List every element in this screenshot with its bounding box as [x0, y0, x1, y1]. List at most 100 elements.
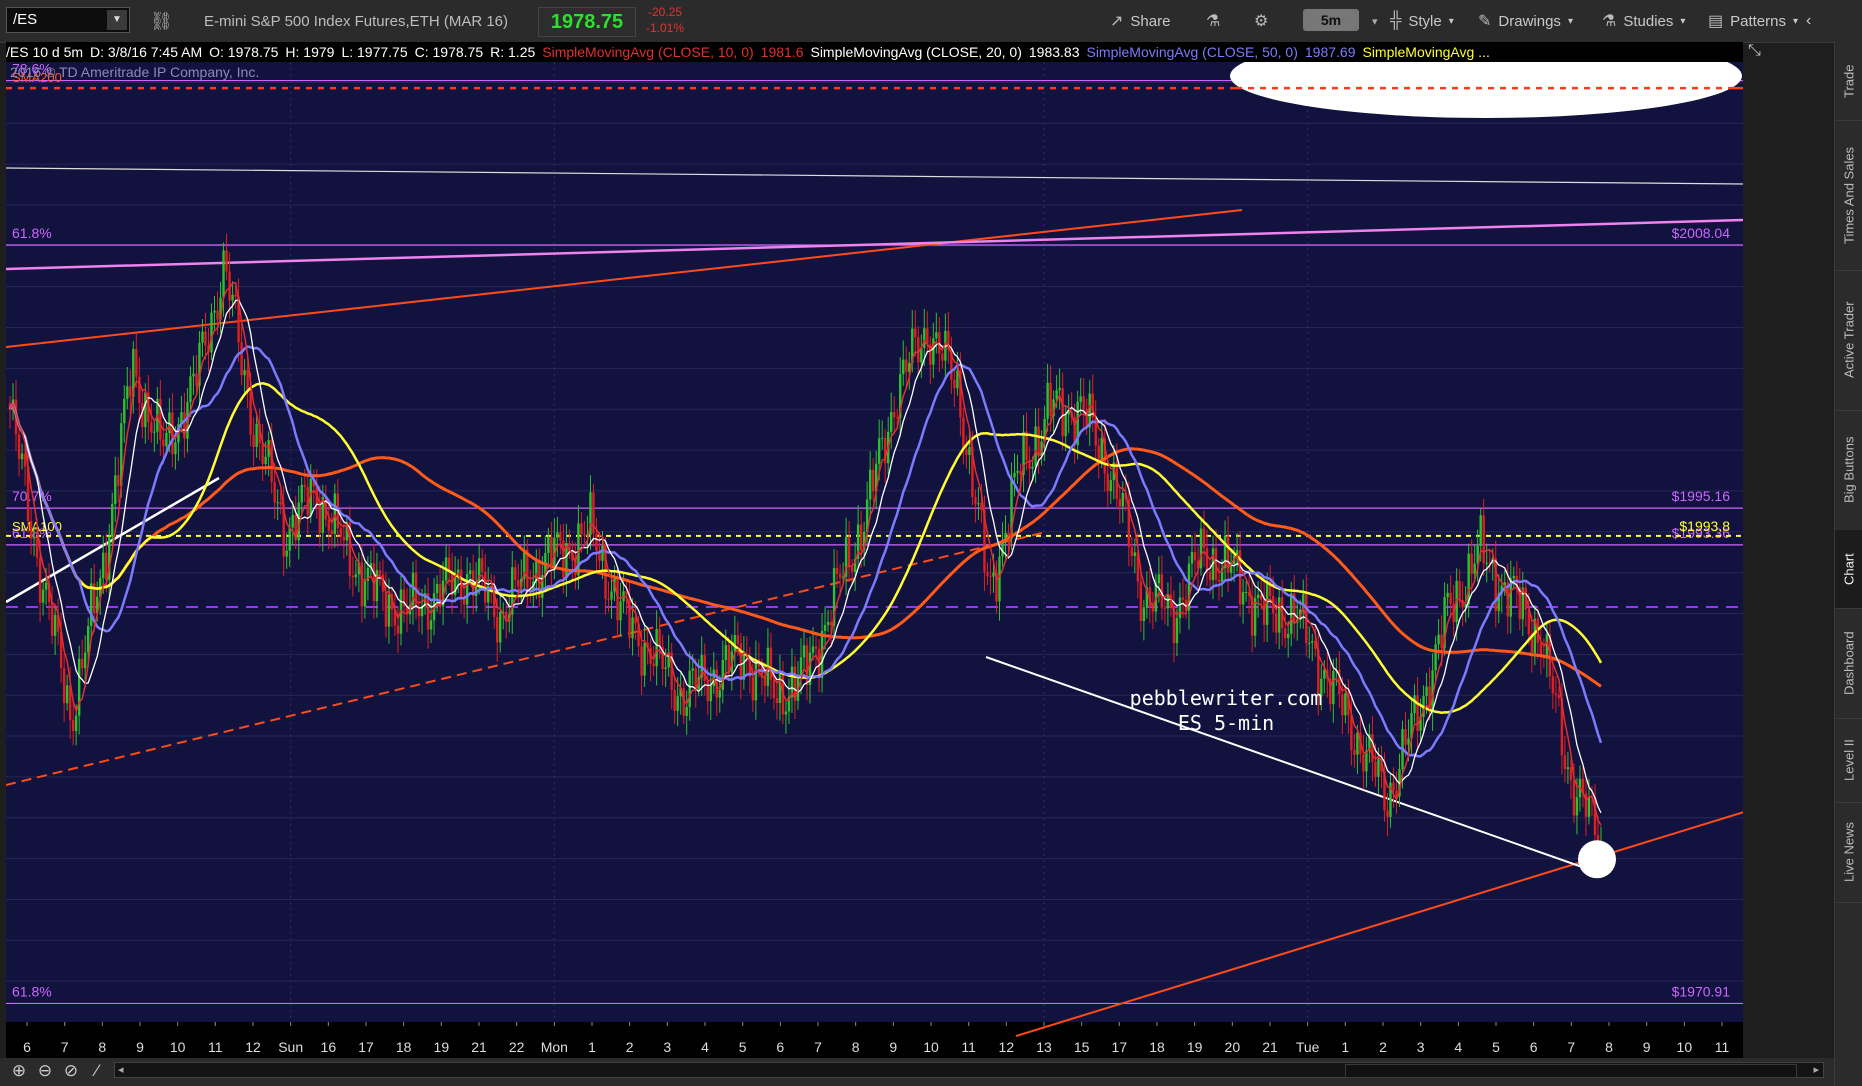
- current-price-marker: [1578, 840, 1616, 879]
- share-button[interactable]: ↗ Share: [1110, 0, 1170, 42]
- plot-background: [6, 62, 1744, 1022]
- candle-body: [914, 328, 917, 338]
- candle-body: [799, 657, 803, 676]
- candlestick-icon: ╬: [1390, 12, 1402, 29]
- collapse-arrows-icon[interactable]: ⤡: [1748, 42, 1761, 60]
- candle-body: [953, 379, 956, 389]
- candle-body: [607, 598, 610, 600]
- flask-button[interactable]: ⚗: [1206, 0, 1220, 42]
- tab-times-and-sales[interactable]: Times And Sales: [1835, 120, 1862, 271]
- zoom-in-icon[interactable]: ⊕: [8, 1060, 30, 1082]
- x-tick-label: 5: [739, 1039, 747, 1055]
- bar-range: R: 1.25: [490, 44, 536, 60]
- candle-body: [213, 310, 216, 313]
- x-tick-label: 5: [1492, 1039, 1500, 1055]
- symbol-selector[interactable]: /ES ▼: [6, 7, 130, 33]
- candle-body: [772, 679, 776, 699]
- candle-body: [1157, 574, 1161, 584]
- candle-body: [989, 575, 992, 577]
- x-tick-label: 9: [889, 1039, 897, 1055]
- collapse-icon[interactable]: ‹: [1806, 0, 1811, 42]
- candle-body: [835, 567, 839, 574]
- settings-button[interactable]: ⚙: [1254, 0, 1268, 42]
- candle-body: [50, 602, 54, 636]
- candle-body: [138, 376, 141, 403]
- candle-body: [1019, 470, 1022, 475]
- candle-body: [252, 434, 255, 448]
- candle-body: [29, 521, 33, 539]
- candle-body: [1284, 628, 1287, 639]
- candle-body: [1166, 594, 1170, 609]
- candle-body: [35, 537, 39, 558]
- candle-body: [1482, 515, 1485, 564]
- scroll-left-icon[interactable]: ◂: [118, 1063, 124, 1076]
- candle-body: [838, 573, 842, 578]
- x-tick-label: 7: [61, 1039, 69, 1055]
- x-tick-label: 19: [1187, 1039, 1203, 1055]
- candle-body: [917, 337, 920, 363]
- zoom-out-icon[interactable]: ⊖: [34, 1060, 56, 1082]
- time-axis-background: [6, 1022, 1744, 1058]
- x-tick-label: 8: [1605, 1039, 1613, 1055]
- zoom-search-icon[interactable]: ⊘: [60, 1060, 82, 1082]
- candle-body: [378, 570, 382, 575]
- candle-body: [932, 338, 935, 365]
- candle-body: [102, 552, 105, 579]
- candle-body: [303, 484, 306, 487]
- candle-body: [462, 598, 466, 605]
- x-tick-label: 10: [170, 1039, 186, 1055]
- candle-body: [547, 536, 550, 553]
- scroll-right-icon[interactable]: ▸: [1813, 1063, 1819, 1076]
- candle-body: [676, 696, 679, 711]
- candle-body: [363, 580, 367, 607]
- candle-body: [1365, 750, 1368, 772]
- candle-body: [435, 584, 439, 594]
- candle-body: [249, 391, 252, 435]
- candle-body: [174, 442, 177, 455]
- candle-body: [850, 566, 854, 572]
- link-icon[interactable]: ⛓: [150, 0, 173, 42]
- candle-body: [754, 659, 758, 701]
- x-tick-label: 7: [814, 1039, 822, 1055]
- timeframe-dropdown-icon[interactable]: ▾: [1372, 0, 1378, 42]
- candle-body: [1079, 396, 1082, 402]
- candle-body: [902, 359, 905, 375]
- tab-trade[interactable]: Trade: [1835, 42, 1862, 121]
- scrollbar-thumb[interactable]: [1345, 1064, 1797, 1078]
- chart-scrollbar[interactable]: ◂ ▸: [114, 1062, 1824, 1078]
- candle-body: [222, 250, 225, 298]
- patterns-button[interactable]: ▤ Patterns ▾: [1708, 0, 1798, 42]
- candle-body: [655, 629, 658, 667]
- candle-body: [162, 439, 165, 447]
- sma50-label: SimpleMovingAvg (CLOSE, 50, 0): [1086, 44, 1298, 60]
- tab-live-news[interactable]: Live News: [1835, 802, 1862, 903]
- drawings-label: Drawings: [1498, 12, 1561, 30]
- candle-body: [159, 398, 162, 440]
- candle-body: [1575, 797, 1579, 816]
- price-chart[interactable]: 1972197419761978198019821984198619881990…: [5, 34, 1810, 1058]
- sma10-value: 1981.6: [760, 44, 804, 60]
- chart-canvas[interactable]: 1972197419761978198019821984198619881990…: [5, 34, 1810, 1058]
- candle-body: [1449, 592, 1452, 604]
- sma20-value: 1983.83: [1028, 44, 1080, 60]
- chevron-down-icon[interactable]: ▼: [107, 10, 127, 30]
- tab-dashboard[interactable]: Dashboard: [1835, 608, 1862, 719]
- candle-body: [1416, 695, 1419, 731]
- timeframe-button[interactable]: 5m: [1303, 9, 1359, 31]
- tab-level-ii[interactable]: Level II: [1835, 718, 1862, 803]
- candle-body: [1374, 761, 1377, 777]
- watermark: pebblewriter.com ES 5-min: [1096, 686, 1356, 736]
- tab-big-buttons[interactable]: Big Buttons: [1835, 410, 1862, 531]
- x-tick-label: 7: [1567, 1039, 1575, 1055]
- studies-button[interactable]: ⚗ Studies ▾: [1602, 0, 1685, 42]
- tab-active-trader[interactable]: Active Trader: [1835, 270, 1862, 411]
- candle-body: [354, 574, 358, 578]
- draw-line-icon[interactable]: ⁄: [86, 1060, 108, 1082]
- candle-body: [1485, 562, 1488, 564]
- style-button[interactable]: ╬ Style ▾: [1390, 0, 1454, 42]
- drawings-button[interactable]: ✎ Drawings ▾: [1478, 0, 1573, 42]
- candle-body: [751, 676, 755, 701]
- study-legend: /ES 10 d 5m D: 3/8/16 7:45 AM O: 1978.75 H:…: [6, 42, 1743, 62]
- tab-chart[interactable]: Chart: [1835, 530, 1862, 609]
- pencil-icon: ✎: [1478, 13, 1492, 30]
